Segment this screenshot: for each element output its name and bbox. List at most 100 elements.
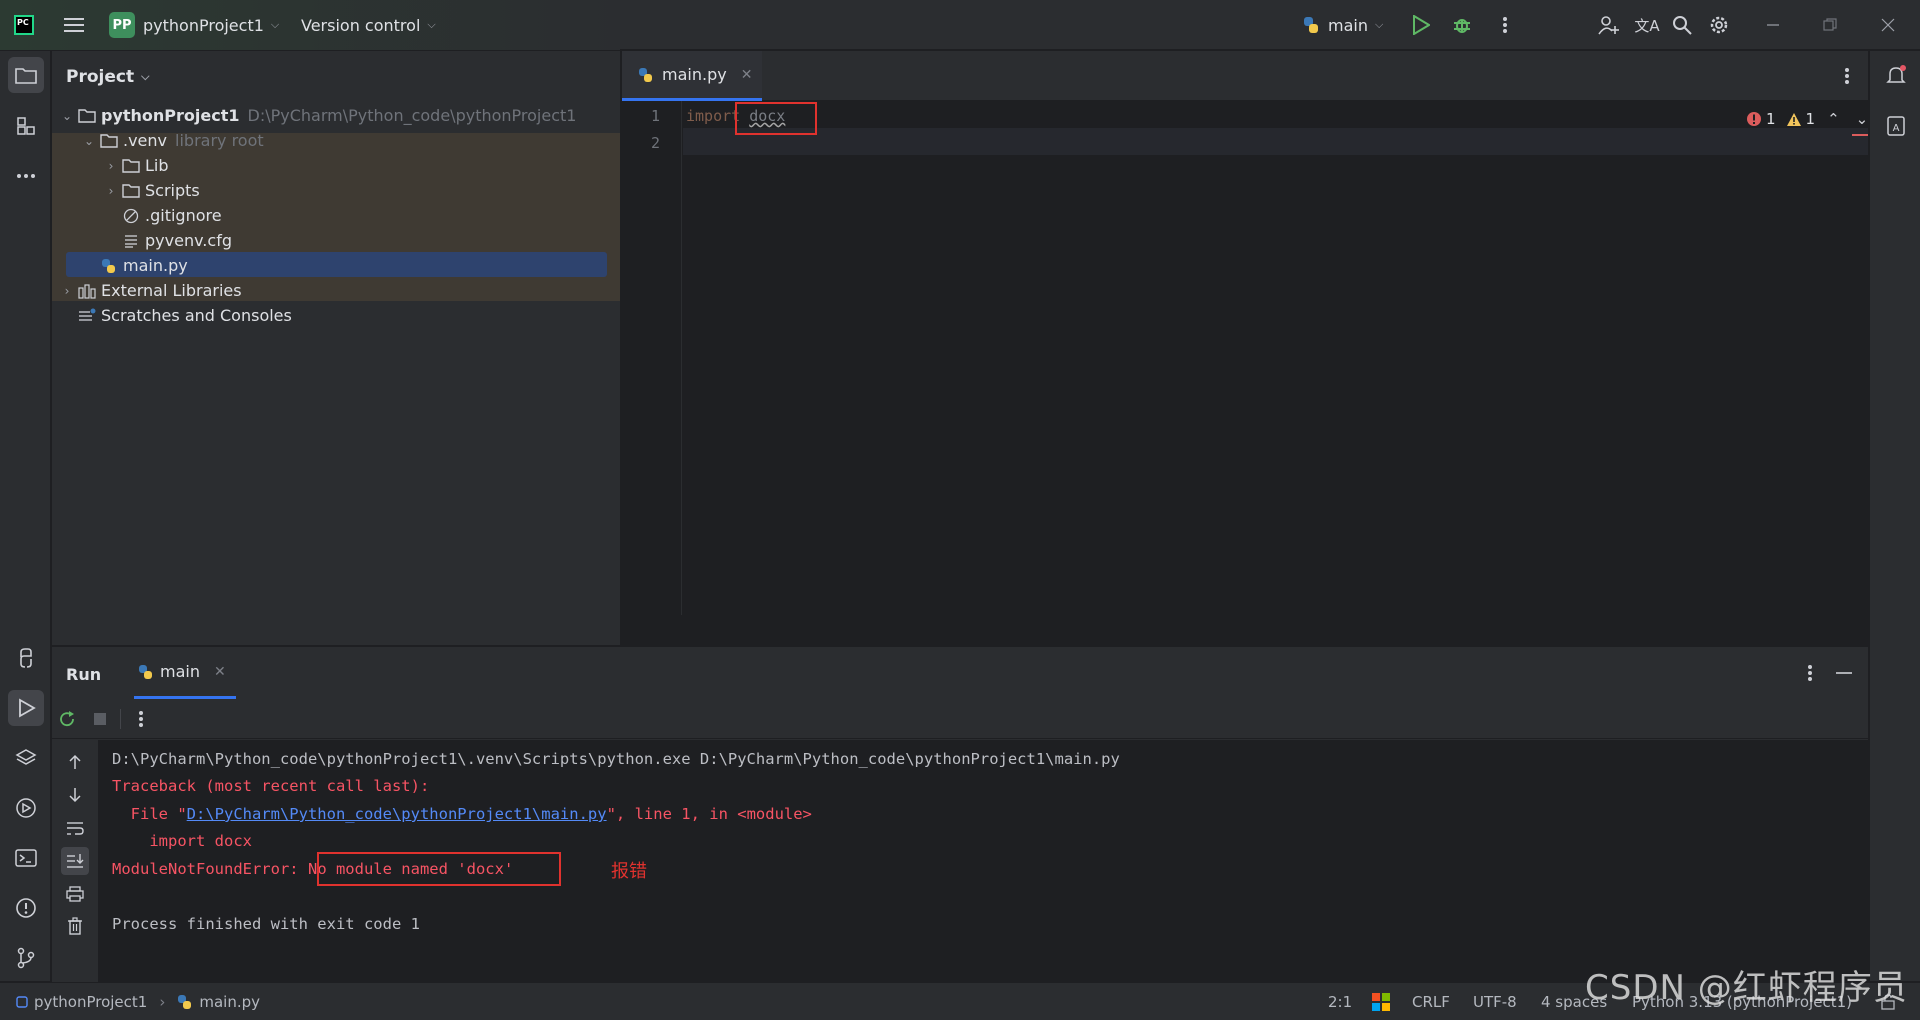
app-logo[interactable]: PC (14, 0, 34, 50)
more-vertical-icon[interactable] (129, 707, 153, 731)
run-tab-main[interactable]: main ✕ (134, 647, 236, 699)
ai-assistant-button[interactable]: A (1878, 108, 1914, 144)
chevron-right-icon[interactable]: › (102, 159, 120, 173)
layers-tool-button[interactable] (8, 740, 44, 776)
error-count: 1 (1766, 110, 1776, 128)
console-traceback-header: Traceback (most recent call last): (112, 777, 430, 795)
print-icon[interactable] (63, 882, 87, 906)
project-pane: Project ⌵ ⌄ pythonProject1 D:\PyCharm\Py… (52, 51, 621, 645)
tree-item-scratches[interactable]: Scratches and Consoles (76, 303, 292, 328)
stop-icon[interactable] (88, 707, 112, 731)
scroll-to-end-icon[interactable] (61, 847, 89, 875)
search-icon[interactable] (1670, 13, 1694, 37)
run-tool-icon (19, 698, 36, 718)
hide-panel-icon[interactable] (1832, 661, 1856, 685)
structure-tool-button[interactable] (8, 108, 44, 144)
tree-item-external-libraries[interactable]: › External Libraries (58, 278, 242, 303)
more-vertical-icon[interactable] (1835, 64, 1859, 88)
tree-item-label: pyvenv.cfg (145, 231, 232, 250)
line-number: 1 (650, 107, 660, 125)
breadcrumb-file[interactable]: main.py (199, 993, 260, 1011)
tree-item-main-py[interactable]: main.py (98, 253, 188, 278)
run-toolbar (52, 699, 1868, 739)
settings-icon[interactable] (1707, 13, 1731, 37)
hamburger-menu-icon[interactable] (62, 13, 86, 37)
file-encoding[interactable]: UTF-8 (1473, 983, 1517, 1020)
close-tab-icon[interactable]: ✕ (741, 67, 753, 83)
terminal-tool-button[interactable] (8, 840, 44, 876)
current-line-highlight (683, 128, 1868, 155)
windows-logo-icon[interactable] (1372, 983, 1390, 1020)
tree-item-scripts[interactable]: › Scripts (102, 178, 200, 203)
tree-item-project-root[interactable]: ⌄ pythonProject1 D:\PyCharm\Python_code\… (58, 103, 576, 128)
tree-item-venv[interactable]: ⌄ .venv library root (80, 128, 264, 153)
close-icon[interactable] (1876, 13, 1900, 37)
chevron-down-icon[interactable]: ⌄ (80, 134, 98, 148)
tree-item-label: Scratches and Consoles (101, 306, 292, 325)
problems-tool-button[interactable] (8, 890, 44, 926)
project-switcher[interactable]: PP pythonProject1 ⌵ (109, 0, 279, 50)
line-separator[interactable]: CRLF (1412, 983, 1450, 1020)
file-path-link[interactable]: D:\PyCharm\Python_code\pythonProject1\ma… (187, 805, 607, 823)
services-tool-button[interactable] (8, 790, 44, 826)
more-vertical-icon[interactable] (1798, 661, 1822, 685)
folder-icon (120, 182, 142, 200)
console-import-line: import docx (112, 832, 252, 850)
trash-icon[interactable] (63, 914, 87, 938)
title-bar: PC PP pythonProject1 ⌵ Version control ⌵… (0, 0, 1920, 50)
structure-icon (17, 117, 35, 135)
python-console-button[interactable] (8, 640, 44, 676)
tree-item-lib[interactable]: › Lib (102, 153, 169, 178)
chevron-down-icon[interactable]: ⌄ (58, 109, 76, 123)
code-editor[interactable]: 1 2 import docx 1 1 ⌃ ⌄ (622, 101, 1868, 645)
scroll-up-icon[interactable] (63, 750, 87, 774)
minimize-icon[interactable] (1761, 13, 1785, 37)
more-tools-button[interactable] (8, 158, 44, 194)
breadcrumb: pythonProject1 › main.py (16, 983, 260, 1020)
editor-tab-label: main.py (662, 65, 727, 84)
folder-icon (15, 68, 37, 84)
next-highlight-icon[interactable]: ⌄ (1856, 110, 1869, 128)
project-tool-button[interactable] (8, 57, 44, 93)
error-stripe-mark[interactable] (1852, 134, 1868, 136)
tree-item-pyvenv[interactable]: pyvenv.cfg (120, 228, 232, 253)
rerun-icon[interactable] (55, 707, 79, 731)
git-tool-button[interactable] (8, 940, 44, 976)
translate-icon[interactable]: 文A (1632, 13, 1662, 37)
tree-item-label: .gitignore (145, 206, 222, 225)
code-keyword: import (686, 107, 741, 125)
folder-icon (98, 132, 120, 150)
version-control-menu[interactable]: Version control ⌵ (301, 0, 436, 50)
file-line-suffix: ", line 1, in <module> (606, 805, 812, 823)
file-line-prefix: File " (112, 805, 187, 823)
notifications-icon (1886, 65, 1906, 83)
run-tool-button[interactable] (8, 690, 44, 726)
add-user-icon[interactable] (1596, 13, 1620, 37)
restore-icon[interactable] (1818, 13, 1842, 37)
breadcrumb-project[interactable]: pythonProject1 (34, 993, 147, 1011)
debug-icon[interactable] (1450, 13, 1474, 37)
caret-position[interactable]: 2:1 (1328, 983, 1352, 1020)
project-pane-header[interactable]: Project ⌵ (66, 67, 149, 87)
pycharm-logo: PC (14, 15, 34, 35)
tree-item-gitignore[interactable]: .gitignore (120, 203, 222, 228)
run-tab-label: main (160, 662, 200, 681)
inspection-widget[interactable]: 1 1 ⌃ ⌄ (1746, 110, 1868, 128)
warning-icon (1786, 112, 1801, 126)
run-config-selector[interactable]: main ⌵ (1302, 0, 1383, 50)
chevron-right-icon[interactable]: › (58, 284, 76, 298)
run-icon[interactable] (1409, 13, 1433, 37)
console-output[interactable]: D:\PyCharm\Python_code\pythonProject1\.v… (52, 740, 1868, 982)
breadcrumb-separator-icon: › (159, 993, 166, 1011)
terminal-icon (15, 849, 37, 867)
chevron-right-icon[interactable]: › (102, 184, 120, 198)
close-tab-icon[interactable]: ✕ (214, 664, 226, 680)
editor-tab-main-py[interactable]: main.py ✕ (622, 51, 762, 101)
soft-wrap-icon[interactable] (63, 816, 87, 840)
more-horizontal-icon (17, 174, 35, 178)
previous-highlight-icon[interactable]: ⌃ (1827, 110, 1840, 128)
scroll-down-icon[interactable] (63, 783, 87, 807)
notifications-button[interactable] (1878, 57, 1914, 93)
more-vertical-icon[interactable] (1493, 13, 1517, 37)
console-side-toolbar (52, 740, 98, 982)
